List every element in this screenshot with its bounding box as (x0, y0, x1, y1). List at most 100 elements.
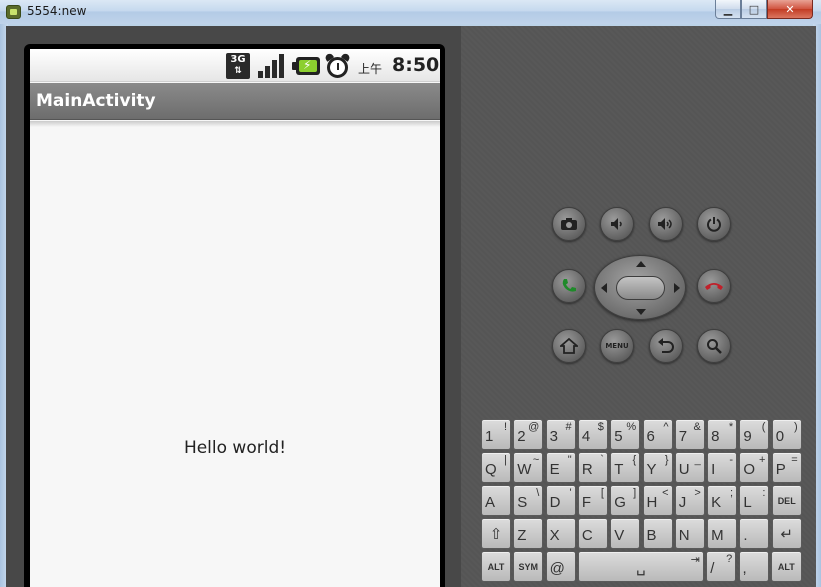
key-7[interactable]: 7 & (674, 419, 705, 450)
volume-up-button[interactable] (649, 207, 683, 241)
key-label: SYM (518, 561, 539, 572)
key-alt-label: _ (694, 454, 701, 466)
volume-up-icon (658, 218, 672, 230)
key-del[interactable]: DEL (771, 485, 802, 516)
key-g[interactable]: G] (610, 485, 641, 516)
key-i[interactable]: I- (707, 452, 738, 483)
key-sym[interactable]: SYM (513, 551, 544, 582)
key-1[interactable]: 1! (481, 419, 511, 450)
power-button[interactable] (697, 207, 731, 241)
home-button[interactable] (552, 329, 586, 363)
device-screen[interactable]: 3G ⇅ ⚡ 上午 8:50 MainActivity Hello world! (30, 49, 440, 587)
camera-button[interactable] (552, 207, 586, 241)
alarm-clock-icon (324, 52, 351, 80)
volume-down-button[interactable] (600, 207, 634, 241)
key-at[interactable]: @ (545, 551, 576, 582)
key-label: F (581, 494, 592, 511)
key-label: D (549, 494, 561, 511)
status-bar[interactable]: 3G ⇅ ⚡ 上午 8:50 (30, 49, 440, 82)
key-l[interactable]: L: (739, 485, 770, 516)
status-ampm: 上午 (358, 62, 383, 76)
key-enter[interactable]: ↵ (771, 518, 802, 549)
key-m[interactable]: M (707, 518, 738, 549)
key-label: ↵ (780, 525, 793, 543)
key-alt-label: % (626, 421, 637, 433)
key-s[interactable]: S \ (513, 485, 544, 516)
key-0[interactable]: 0) (771, 419, 802, 450)
key-b[interactable]: B (642, 518, 673, 549)
key-y[interactable]: Y} (642, 452, 673, 483)
key-label: 9 (743, 428, 752, 445)
key-shift[interactable]: ⇧ (481, 518, 511, 549)
emulator-window: 5554:new ▁ □ ✕ 3G ⇅ ⚡ 上午 8:50 MainActivi… (0, 0, 821, 587)
key-alt[interactable]: ALT (770, 551, 802, 582)
key-h[interactable]: H < (642, 485, 673, 516)
key-label: , (742, 560, 747, 577)
key-label: E (549, 461, 560, 478)
key-3[interactable]: 3 # (545, 419, 576, 450)
dpad-right-icon[interactable] (674, 283, 680, 293)
key-c[interactable]: C (577, 518, 608, 549)
call-button[interactable] (552, 269, 586, 303)
key-label: 2 (517, 428, 526, 445)
key-t[interactable]: T{ (610, 452, 641, 483)
key-space[interactable]: ␣ ⇥ (577, 551, 704, 582)
key-p[interactable]: P = (771, 452, 802, 483)
home-icon (560, 338, 578, 354)
minimize-button[interactable]: ▁ (715, 0, 741, 19)
key-2[interactable]: 2 @ (513, 419, 544, 450)
menu-button[interactable]: MENU (600, 329, 634, 363)
key-5[interactable]: 5% (610, 419, 641, 450)
search-button[interactable] (697, 329, 731, 363)
key-label: L (743, 494, 752, 511)
key-r[interactable]: R ` (577, 452, 608, 483)
battery-charging-icon: ⚡ (292, 57, 320, 75)
status-time: 8:50 (392, 54, 440, 76)
key-x[interactable]: X (545, 518, 576, 549)
key-label: B (646, 527, 657, 544)
key-d[interactable]: D ' (545, 485, 576, 516)
key-alt[interactable]: ALT (481, 551, 511, 582)
signal-strength-icon (258, 54, 284, 78)
network-type-label: 3G (230, 54, 246, 65)
key-n[interactable]: N (674, 518, 705, 549)
key-a[interactable]: A (481, 485, 511, 516)
title-bar[interactable]: 5554:new ▁ □ ✕ (0, 0, 821, 24)
end-call-button[interactable] (697, 269, 731, 303)
key-slash[interactable]: /? (706, 551, 737, 582)
key-w[interactable]: W ~ (513, 452, 544, 483)
key-u[interactable]: U _ (674, 452, 705, 483)
key-e[interactable]: E " (545, 452, 576, 483)
end-call-icon (705, 283, 723, 290)
key-f[interactable]: F[ (577, 485, 608, 516)
key-alt-label: ~ (532, 454, 540, 466)
key-label: 6 (646, 428, 655, 445)
key-8[interactable]: 8 * (707, 419, 738, 450)
key-j[interactable]: J > (674, 485, 705, 516)
key-alt-label: > (694, 487, 701, 499)
dpad[interactable] (594, 255, 686, 320)
key-9[interactable]: 9( (739, 419, 770, 450)
hello-world-text: Hello world! (183, 438, 287, 458)
close-button[interactable]: ✕ (767, 0, 813, 19)
key-alt-label: & (693, 421, 701, 433)
key-label: DEL (777, 495, 796, 506)
key-comma[interactable]: , (738, 551, 769, 582)
dpad-up-icon[interactable] (636, 261, 646, 267)
dpad-center-button[interactable] (616, 276, 665, 300)
key-z[interactable]: Z (513, 518, 544, 549)
key-v[interactable]: V (610, 518, 641, 549)
key-label: ⇧ (489, 525, 503, 543)
key-o[interactable]: O + (739, 452, 770, 483)
key-k[interactable]: K; (707, 485, 738, 516)
key-q[interactable]: Q | (481, 452, 511, 483)
key-4[interactable]: 4 $ (577, 419, 608, 450)
key-alt-label: " (567, 454, 572, 466)
dpad-left-icon[interactable] (601, 283, 607, 293)
dpad-down-icon[interactable] (636, 309, 646, 315)
maximize-button[interactable]: □ (741, 0, 767, 19)
key-alt-label: : (762, 487, 766, 499)
key-6[interactable]: 6 ^ (642, 419, 673, 450)
key-period[interactable]: . (739, 518, 770, 549)
back-button[interactable] (649, 329, 683, 363)
